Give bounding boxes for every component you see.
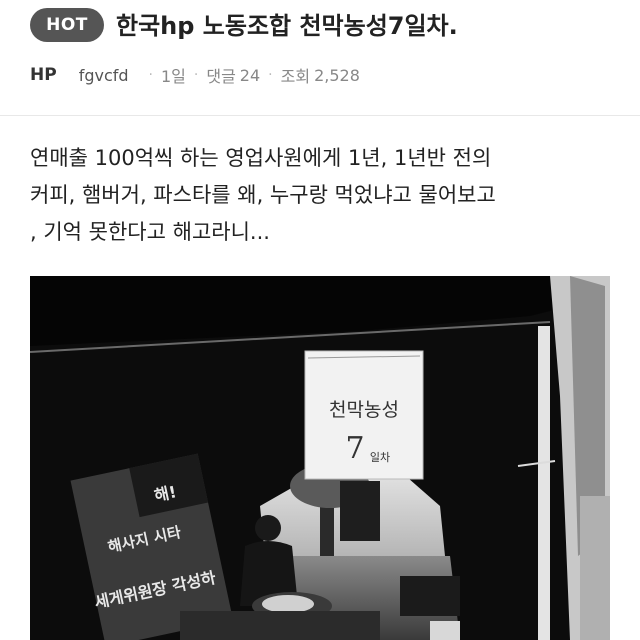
floor-mat bbox=[180, 611, 380, 640]
floor-items bbox=[400, 576, 460, 616]
post-title[interactable]: 한국hp 노동조합 천막농성7일차. bbox=[116, 8, 458, 44]
sign-text-line3: 일차 bbox=[370, 450, 390, 464]
views-count: 2,528 bbox=[314, 65, 360, 85]
protest-sign: 천막농성 7 일차 bbox=[304, 350, 424, 480]
sign-text-line2: 7 bbox=[345, 431, 364, 466]
body-line: , 기억 못한다고 해고라니... bbox=[30, 220, 270, 244]
views-label: 조회 bbox=[280, 67, 311, 86]
header-divider bbox=[0, 115, 640, 116]
author-name[interactable]: fgvcfd bbox=[79, 66, 129, 85]
separator-dot: · bbox=[193, 67, 199, 83]
comments-count[interactable]: 24 bbox=[240, 66, 260, 85]
post-body: 연매출 100억씩 하는 영업사원에게 1년, 1년반 전의 커피, 햄버거, … bbox=[30, 140, 620, 251]
outside-structure bbox=[340, 481, 380, 541]
tent-photo-illustration: 천막농성 7 일차 해! 해사지 시타 세게위원장 각성하 bbox=[30, 276, 610, 640]
hot-badge: HOT bbox=[30, 8, 104, 42]
separator-dot: · bbox=[268, 67, 273, 83]
separator-dot: · bbox=[148, 67, 153, 83]
post-photo[interactable]: 천막농성 7 일차 해! 해사지 시타 세게위원장 각성하 bbox=[30, 276, 610, 640]
comments-label[interactable]: 댓글 bbox=[206, 63, 235, 87]
sign-text-line1: 천막농성 bbox=[329, 399, 399, 421]
body-line: 연매출 100억씩 하는 영업사원에게 1년, 1년반 전의 bbox=[30, 146, 492, 170]
body-line: 커피, 햄버거, 파스타를 왜, 누구랑 먹었냐고 물어보고 bbox=[30, 183, 496, 207]
sidewalk bbox=[580, 496, 610, 640]
tent-pole bbox=[538, 326, 550, 640]
post-meta: HP fgvcfd · 1일 · 댓글 24 · 조회 2,528 bbox=[30, 60, 360, 90]
floor-box bbox=[430, 621, 460, 640]
board-name[interactable]: HP bbox=[30, 65, 57, 85]
post-header: HOT 한국hp 노동조합 천막농성7일차. HP fgvcfd · 1일 · … bbox=[0, 0, 640, 108]
post-time: 1일 bbox=[160, 67, 186, 86]
